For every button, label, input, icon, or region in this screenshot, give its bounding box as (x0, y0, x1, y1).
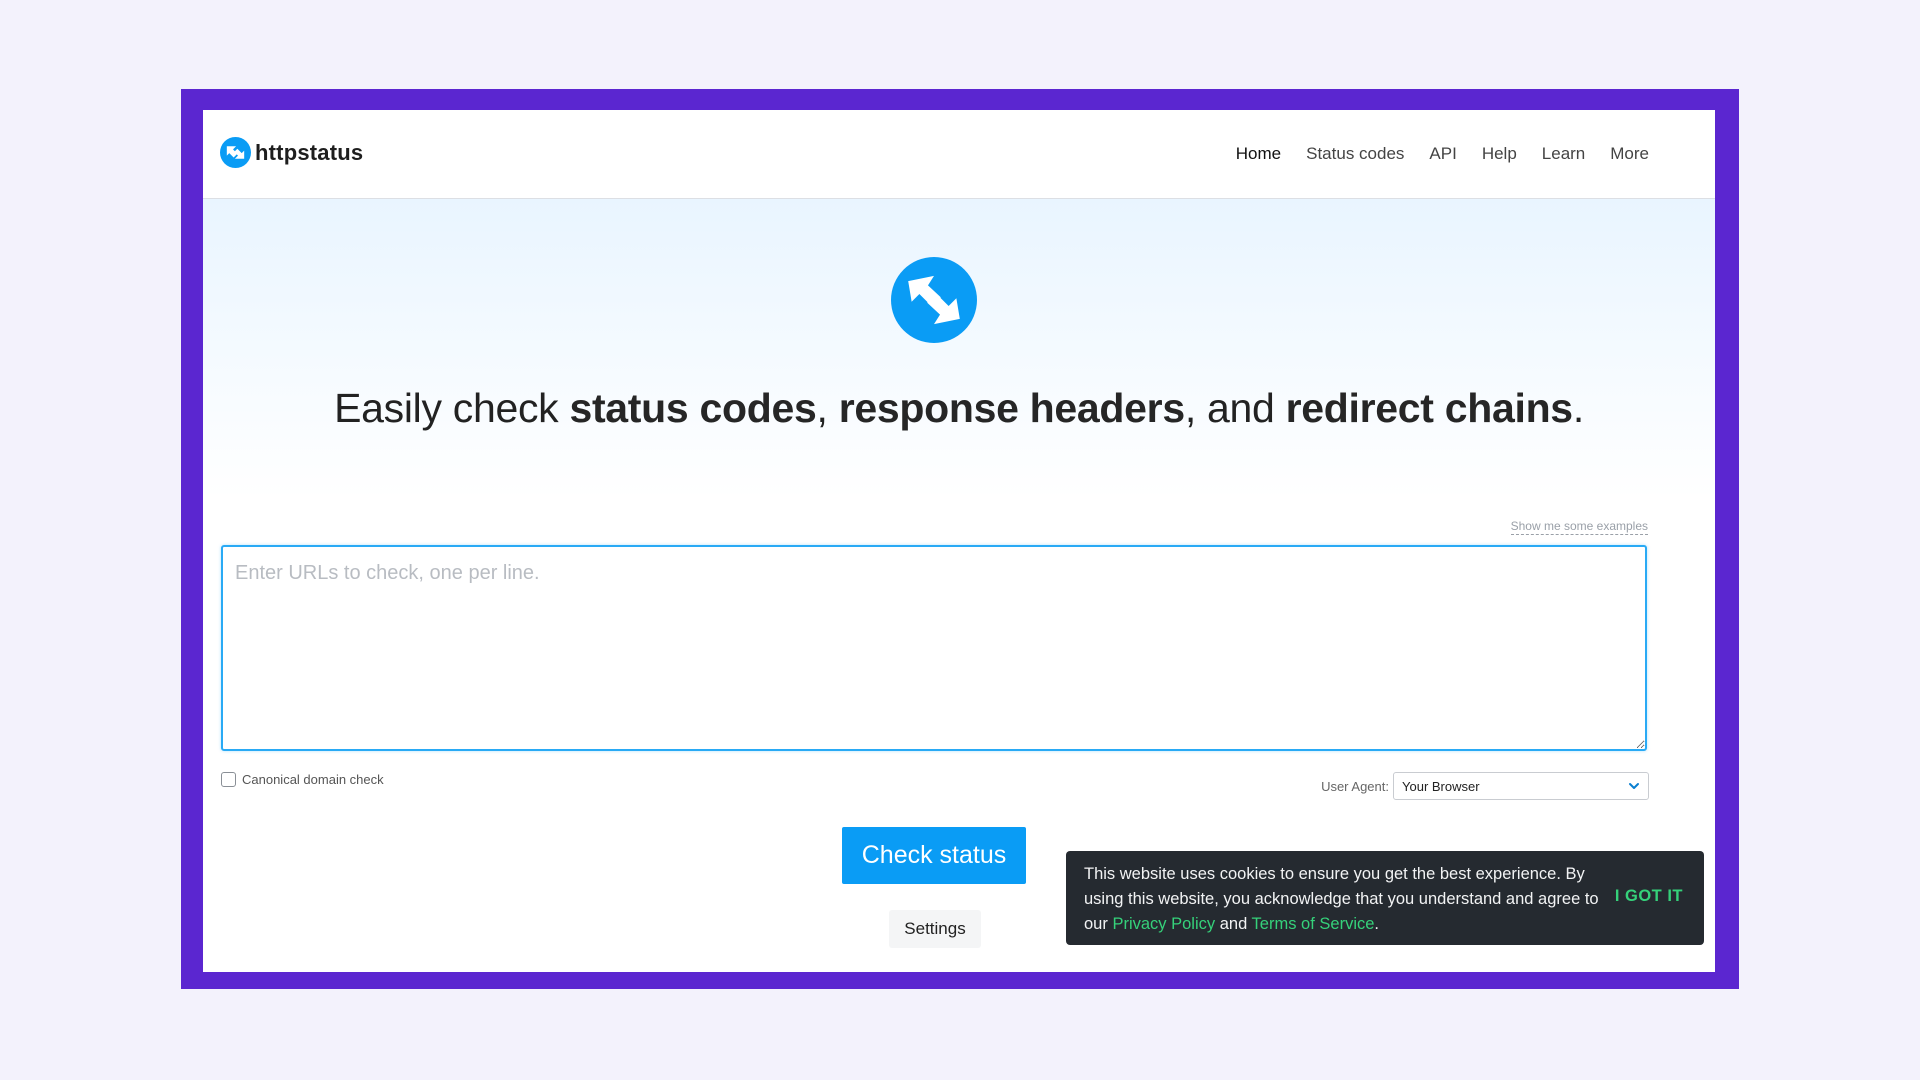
cookie-and-text: and (1215, 915, 1252, 933)
nav-api[interactable]: API (1429, 144, 1456, 164)
brand-name: httpstatus (255, 139, 364, 165)
user-agent-label: User Agent: (1321, 778, 1389, 794)
canonical-checkbox[interactable] (221, 772, 236, 787)
cookie-message: This website uses cookies to ensure you … (1084, 862, 1604, 937)
page-headline: Easily check status codes, response head… (203, 385, 1715, 432)
headline-separator: , and (1184, 385, 1286, 431)
canonical-label: Canonical domain check (242, 772, 384, 787)
browser-viewport: httpstatus Home Status codes API Help Le… (203, 110, 1715, 972)
headline-bold-status-codes: status codes (569, 385, 817, 431)
canonical-domain-check[interactable]: Canonical domain check (221, 772, 384, 787)
user-agent-control: User Agent: Your Browser (1321, 772, 1649, 800)
headline-separator: , (816, 385, 839, 431)
main-menu: Home Status codes API Help Learn More (1211, 144, 1649, 164)
headline-bold-redirect-chains: redirect chains (1285, 385, 1573, 431)
headline-prefix: Easily check (334, 385, 570, 431)
nav-help[interactable]: Help (1482, 144, 1517, 164)
user-agent-select[interactable]: Your Browser (1393, 772, 1649, 800)
nav-more[interactable]: More (1610, 144, 1649, 164)
accept-cookies-button[interactable]: I GOT IT (1615, 887, 1683, 906)
headline-bold-response-headers: response headers (838, 385, 1185, 431)
check-status-button[interactable]: Check status (842, 827, 1026, 884)
nav-home[interactable]: Home (1236, 144, 1281, 164)
cookie-banner: This website uses cookies to ensure you … (1066, 851, 1704, 945)
arrows-in-out-icon (891, 257, 977, 343)
terms-of-service-link[interactable]: Terms of Service (1252, 915, 1375, 933)
nav-status-codes[interactable]: Status codes (1306, 144, 1404, 164)
settings-button[interactable]: Settings (889, 910, 981, 948)
headline-suffix: . (1572, 385, 1584, 431)
arrows-in-out-icon (220, 137, 251, 168)
urls-input[interactable] (221, 545, 1647, 751)
nav-learn[interactable]: Learn (1542, 144, 1585, 164)
privacy-policy-link[interactable]: Privacy Policy (1112, 915, 1215, 933)
brand-logo-link[interactable]: httpstatus (220, 137, 363, 168)
chevron-down-icon (1629, 783, 1639, 789)
top-navbar: httpstatus Home Status codes API Help Le… (203, 110, 1715, 199)
cookie-end-text: . (1374, 915, 1380, 933)
user-agent-value: Your Browser (1402, 778, 1480, 794)
show-examples-link[interactable]: Show me some examples (1510, 519, 1648, 535)
